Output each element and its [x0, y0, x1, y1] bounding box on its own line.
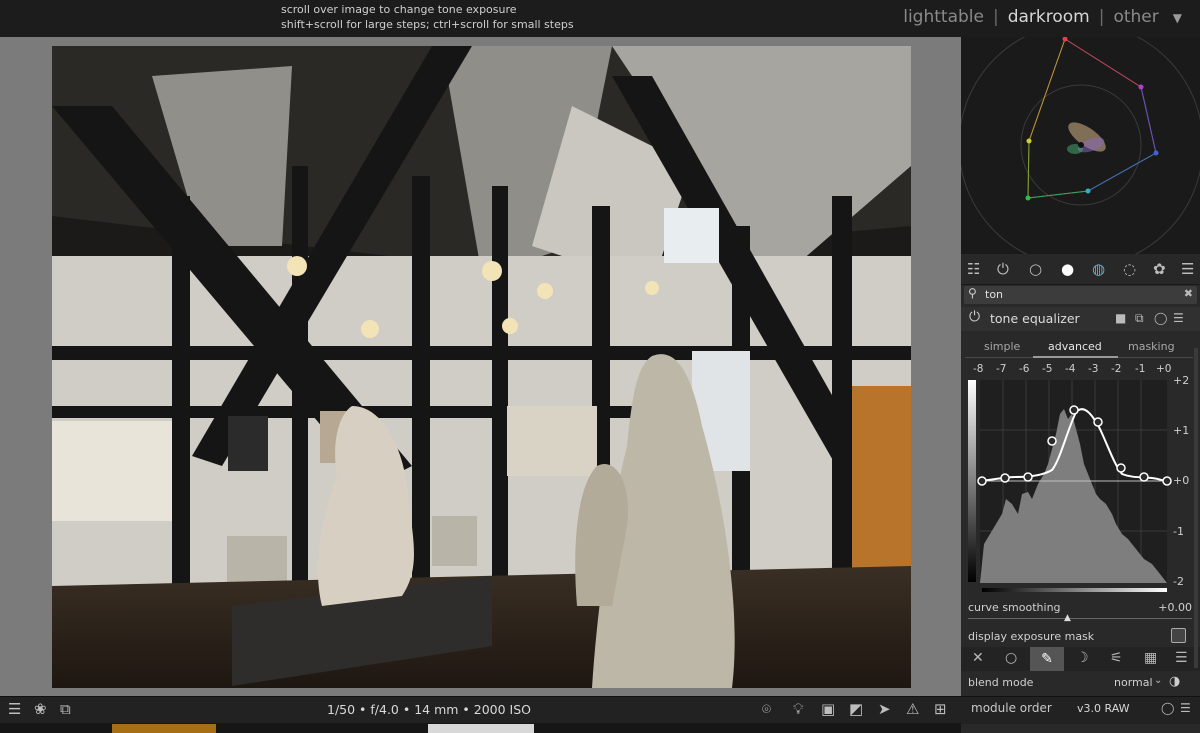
tone-curve-graph[interactable]: +2 +1 +0 -1 -2	[966, 374, 1190, 593]
view-separator: |	[1098, 7, 1105, 27]
hamburger-icon[interactable]: ☰	[8, 700, 21, 718]
tone-group-icon[interactable]: ●	[1061, 260, 1074, 278]
second-window-icon[interactable]: ⧉	[60, 700, 71, 718]
raw-overexposed-icon[interactable]: ➤	[878, 700, 891, 718]
chevron-down-icon[interactable]: ⌄	[1154, 675, 1162, 686]
module-header[interactable]: ⏻ tone equalizer ■ ⧉ ◯ ☰	[961, 307, 1200, 331]
blend-mode-label: blend mode	[968, 676, 1034, 689]
presets-icon[interactable]: ☷	[967, 260, 980, 278]
drawn-parametric-mask-icon[interactable]: ⚟	[1110, 650, 1123, 666]
gamut-check-icon[interactable]: ◩	[849, 700, 863, 718]
y-axis-label: +1	[1173, 424, 1190, 437]
search-input[interactable]: ton	[985, 288, 1003, 301]
right-panel-footer: module order v3.0 RAW ◯ ☰	[961, 696, 1200, 724]
module-title: tone equalizer	[990, 311, 1080, 326]
reset-icon[interactable]: ◯	[1161, 701, 1174, 715]
curve-smoothing-label: curve smoothing	[968, 601, 1061, 614]
view-lighttable[interactable]: lighttable	[903, 7, 984, 27]
search-icon: ⚲	[968, 286, 977, 300]
module-order-label: module order	[971, 701, 1052, 715]
bottom-toolbar: ☰ ❀ ⧉ 1/50 • f/4.0 • 14 mm • 2000 ISO ⌾ …	[0, 696, 961, 724]
active-modules-icon[interactable]: ⏻	[997, 260, 1009, 278]
drawn-mask-icon[interactable]: ✎	[1030, 647, 1064, 671]
vectorscope[interactable]	[958, 22, 1200, 268]
photo[interactable]	[52, 46, 911, 688]
hint-line-1: scroll over image to change tone exposur…	[281, 3, 517, 16]
reset-icon[interactable]: ◯	[1154, 311, 1167, 325]
active-tab-indicator	[1033, 356, 1118, 358]
effect-group-icon[interactable]: ✿	[1153, 260, 1166, 278]
styles-icon[interactable]: ❀	[34, 700, 47, 718]
display-exposure-mask-row[interactable]: display exposure mask	[961, 627, 1200, 647]
parametric-mask-icon[interactable]: ☽	[1076, 650, 1089, 666]
view-other[interactable]: other	[1113, 7, 1158, 27]
presets-menu-icon[interactable]: ☰	[1173, 311, 1184, 325]
display-exposure-mask-label: display exposure mask	[968, 630, 1095, 643]
hamburger-icon[interactable]: ☰	[1181, 260, 1194, 278]
raster-mask-icon[interactable]: ▦	[1144, 650, 1157, 666]
hint-line-2: shift+scroll for large steps; ctrl+scrol…	[281, 18, 574, 31]
y-axis-label: -1	[1173, 525, 1184, 538]
power-icon[interactable]: ⏻	[969, 309, 980, 325]
photo-illustration	[52, 46, 911, 688]
filmstrip-thumbnail[interactable]	[428, 724, 534, 733]
panel-scrollbar[interactable]	[1194, 348, 1198, 668]
uniform-mask-icon[interactable]: ○	[1005, 650, 1017, 666]
chevron-down-icon[interactable]: ▼	[1173, 11, 1182, 25]
vectorscope-graph	[958, 22, 1200, 268]
color-group-icon[interactable]: ◍	[1092, 260, 1105, 278]
mask-tools: ✕ ○ ✎ ☽ ⚟ ▦ ☰	[961, 647, 1200, 671]
y-axis-label: -2	[1173, 575, 1184, 588]
tone-curve-svg	[966, 380, 1190, 593]
view-darkroom[interactable]: darkroom	[1008, 7, 1090, 27]
clear-icon[interactable]: ✖	[1184, 287, 1193, 300]
filmstrip-thumbnail[interactable]	[112, 724, 216, 733]
view-switcher: lighttable | darkroom | other ▼	[903, 7, 1182, 27]
module-groups: ☷ ⏻ ○ ● ◍ ◌ ✿ ☰	[961, 254, 1200, 285]
focus-peaking-icon[interactable]: ⌾	[762, 700, 771, 718]
base-group-icon[interactable]: ○	[1029, 260, 1042, 278]
multi-instance-icon[interactable]: ■	[1115, 311, 1126, 325]
module-order-value[interactable]: v3.0 RAW	[1077, 702, 1130, 715]
tab-simple[interactable]: simple	[984, 340, 1020, 353]
hamburger-icon[interactable]: ☰	[1180, 701, 1191, 715]
exif-info: 1/50 • f/4.0 • 14 mm • 2000 ISO	[327, 702, 531, 717]
blend-reverse-icon[interactable]: ◑	[1169, 674, 1180, 689]
curve-smoothing-value: +0.00	[1158, 601, 1192, 614]
blend-menu-icon[interactable]: ☰	[1175, 650, 1188, 666]
tab-advanced[interactable]: advanced	[1048, 340, 1102, 353]
tab-masking[interactable]: masking	[1128, 340, 1175, 353]
copy-icon[interactable]: ⧉	[1135, 311, 1144, 326]
view-separator: |	[992, 7, 999, 27]
correct-group-icon[interactable]: ◌	[1123, 260, 1136, 278]
y-axis-label: +0	[1173, 474, 1190, 487]
y-axis-label: +2	[1173, 374, 1190, 387]
close-icon[interactable]: ✕	[972, 650, 984, 666]
lightbulb-icon[interactable]: 💡︎	[793, 700, 804, 718]
blend-mode-row[interactable]: blend mode normal ⌄ ◑	[961, 673, 1200, 695]
blend-mode-value[interactable]: normal	[1114, 676, 1153, 689]
warning-icon[interactable]: ⚠	[906, 700, 919, 718]
softproof-icon[interactable]: ▣	[821, 700, 835, 718]
slider-handle[interactable]: ▲	[1064, 613, 1071, 623]
slider-track	[968, 618, 1192, 619]
module-tabs: simple advanced masking	[961, 337, 1200, 357]
curve-smoothing-slider[interactable]: curve smoothing +0.00 ▲	[961, 598, 1200, 623]
display-exposure-mask-toggle[interactable]	[1171, 628, 1186, 643]
guides-icon[interactable]: ⊞	[934, 700, 947, 718]
module-search[interactable]: ⚲ ton ✖	[964, 286, 1197, 304]
